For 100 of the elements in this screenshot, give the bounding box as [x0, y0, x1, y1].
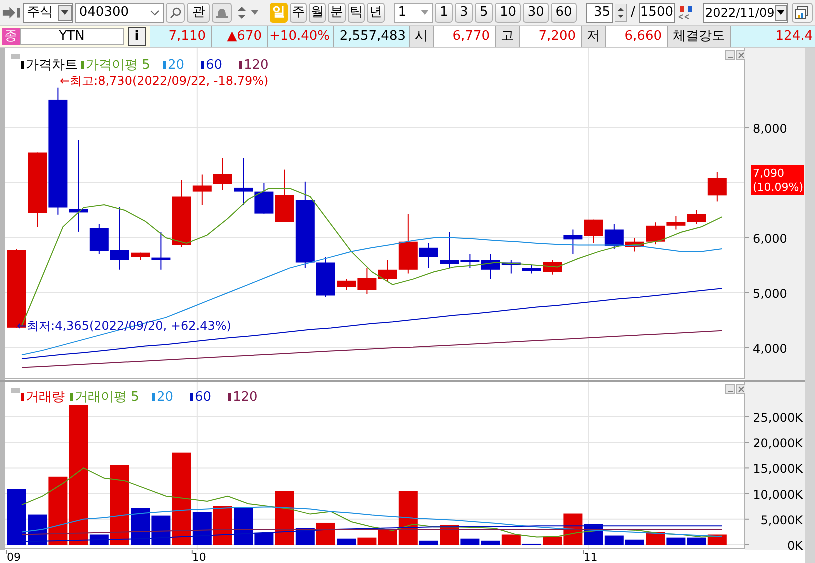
windows-chart-icon	[795, 6, 810, 20]
period-tab[interactable]: 년	[367, 2, 385, 22]
candlestick	[316, 256, 336, 298]
change-cell: ▲670	[212, 26, 268, 47]
dropdown-caret-icon	[58, 4, 72, 20]
field-label: 시	[410, 26, 434, 47]
unit-button[interactable]: 5	[474, 2, 493, 22]
separator-slash: /	[630, 4, 636, 22]
axis-label: 20,000K	[753, 436, 803, 451]
bell-icon	[214, 6, 229, 18]
axis-label: 0K	[787, 539, 803, 550]
axis-label: 10,000K	[753, 488, 803, 502]
candlestick	[584, 219, 604, 244]
candlestick	[110, 206, 130, 270]
field-value: 6,770	[434, 26, 496, 47]
axis-label: 5,000	[753, 287, 788, 301]
count-field[interactable]: 35	[586, 2, 614, 22]
unit-button[interactable]: 10	[494, 2, 521, 22]
candlestick	[543, 260, 562, 276]
high-annotation: ←최고:8,730(2022/09/22, -18.79%)	[60, 74, 269, 88]
spinner-arrows-icon[interactable]	[615, 4, 628, 22]
search-button[interactable]	[166, 2, 186, 22]
volume-bar	[316, 522, 336, 545]
legend-item: 60	[190, 390, 212, 405]
axis-label: 8,000	[753, 122, 788, 136]
info-button[interactable]: i	[128, 27, 146, 46]
axis-label: 11	[584, 551, 598, 563]
period-tab[interactable]: 주	[290, 2, 308, 22]
panel-handle-icon[interactable]	[11, 388, 20, 393]
legend-item: 거래이평 5	[70, 390, 140, 405]
notify-button[interactable]	[212, 2, 232, 22]
market-select[interactable]: 주식	[23, 2, 74, 22]
unit-button[interactable]: 60	[550, 2, 577, 22]
candlestick	[708, 172, 727, 202]
chevron-down-icon[interactable]	[150, 10, 160, 16]
field-label: 저	[582, 26, 606, 47]
axis-label: 15,000K	[753, 462, 803, 476]
axis-label: 10	[192, 551, 206, 563]
minimize-icon[interactable]	[726, 384, 736, 394]
legend-item: 거래량	[21, 390, 65, 405]
dropdown-caret-icon	[420, 10, 429, 15]
legend-item: 60	[201, 58, 223, 73]
field-label: 체결강도	[668, 26, 731, 47]
period-tab[interactable]: 틱	[348, 2, 366, 22]
change-rate-cell: +10.40%	[268, 26, 334, 47]
legend-label: 60	[195, 390, 212, 405]
price-cell: 7,110	[150, 26, 212, 47]
legend-label: 60	[206, 58, 223, 73]
small-caret-icon[interactable]	[250, 10, 259, 15]
legend-item: 가격차트	[21, 58, 78, 73]
field-value: 7,200	[520, 26, 582, 47]
minimize-icon[interactable]	[726, 50, 736, 60]
axis-label: 4,000	[753, 342, 788, 356]
volume-bar	[8, 489, 26, 545]
candlestick	[522, 265, 542, 274]
link-arrow-icon[interactable]	[2, 6, 22, 20]
field-value: 6,660	[606, 26, 668, 47]
chart-settings-icon[interactable]	[677, 4, 695, 22]
legend-item: 가격이평 5	[81, 58, 150, 73]
search-icon	[170, 6, 182, 18]
candlestick	[564, 229, 583, 255]
volume-bar	[626, 540, 644, 545]
legend-label: 120	[244, 58, 269, 73]
stock-code-field[interactable]: 040300	[75, 2, 164, 22]
unit-button[interactable]: 30	[522, 2, 549, 22]
volume-bar	[420, 540, 438, 545]
candlestick	[604, 224, 624, 250]
last-price-label: 7,090 (10.09%)	[751, 165, 804, 196]
axis-label: 6,000	[753, 232, 788, 246]
candlestick	[626, 238, 644, 252]
axis-label: 25,000K	[753, 411, 803, 425]
unit-button[interactable]: 1	[434, 2, 453, 22]
watch-button[interactable]: 관	[187, 2, 210, 22]
market-badge: 종	[2, 28, 20, 45]
period-tab[interactable]: 월	[309, 2, 326, 22]
window-toggle-button[interactable]	[792, 2, 813, 22]
axis-label: 09	[7, 551, 21, 563]
volume-cell: 2,557,483	[334, 26, 410, 47]
close-icon[interactable]	[736, 50, 745, 60]
volume-bar	[214, 506, 232, 545]
legend-item: 120	[239, 58, 269, 73]
candlestick	[687, 210, 706, 225]
close-icon[interactable]	[736, 384, 745, 394]
panel-handle-icon[interactable]	[11, 54, 20, 59]
legend-label: 20	[168, 58, 185, 73]
legend-label: 20	[157, 390, 174, 405]
unit-button[interactable]: 3	[454, 2, 473, 22]
field-label: 고	[496, 26, 520, 47]
candlestick	[420, 243, 438, 269]
field-value: 124.4	[731, 26, 815, 47]
stock-name-field[interactable]: YTN	[20, 28, 124, 45]
total-field[interactable]: 1500	[639, 2, 676, 22]
dropdown-caret-icon	[774, 4, 787, 20]
volume-bar	[131, 508, 150, 545]
date-select[interactable]: 2022/11/09	[702, 2, 788, 22]
period-tab[interactable]: 분	[328, 2, 346, 22]
legend-item: 20	[163, 58, 185, 73]
legend-item: 120	[228, 390, 258, 405]
candlestick	[214, 158, 232, 191]
unit-select[interactable]: 1	[394, 2, 433, 22]
